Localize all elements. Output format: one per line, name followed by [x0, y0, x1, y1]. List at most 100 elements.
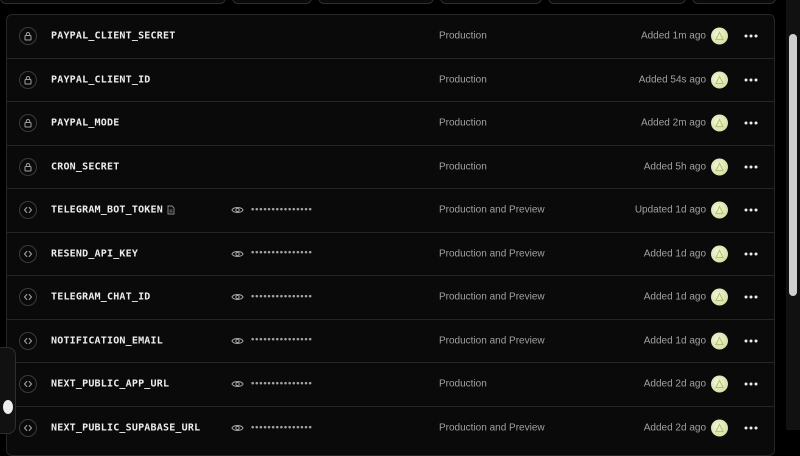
- env-var-environment: Production: [439, 30, 487, 42]
- masked-value: •••••••••••••••: [250, 292, 313, 303]
- code-icon: [19, 419, 37, 438]
- avatar[interactable]: [711, 201, 728, 219]
- ellipsis-icon: [744, 34, 758, 38]
- avatar-icon: [715, 292, 724, 302]
- eye-icon[interactable]: [231, 378, 244, 391]
- more-options-button[interactable]: [743, 159, 759, 175]
- note-icon[interactable]: [166, 205, 176, 215]
- more-options-button[interactable]: [743, 420, 759, 436]
- avatar[interactable]: [711, 245, 728, 263]
- avatar[interactable]: [711, 332, 728, 350]
- more-options-button[interactable]: [743, 376, 759, 392]
- masked-value: •••••••••••••••: [250, 335, 313, 346]
- env-var-updated: Added 54s ago: [638, 74, 706, 86]
- env-var-environment: Production and Preview: [439, 204, 545, 216]
- env-var-row[interactable]: NEXT_PUBLIC_APP_URL Production Added 2d …: [7, 363, 774, 407]
- secret-value[interactable]: •••••••••••••••: [231, 422, 313, 435]
- lock-icon: [19, 70, 37, 89]
- masked-value: •••••••••••••••: [250, 205, 313, 216]
- env-var-environment: Production: [439, 161, 487, 173]
- scrollbar-thumb[interactable]: [789, 34, 797, 296]
- more-options-button[interactable]: [743, 289, 759, 305]
- secret-value[interactable]: •••••••••••••••: [231, 291, 313, 304]
- env-var-key[interactable]: NEXT_PUBLIC_SUPABASE_URL: [51, 423, 200, 434]
- toolbar-button[interactable]: [232, 0, 312, 4]
- avatar-icon: [715, 379, 724, 389]
- env-var-key[interactable]: RESEND_API_KEY: [51, 248, 138, 259]
- toolbar-button[interactable]: [0, 0, 226, 4]
- env-var-updated: Added 1d ago: [643, 335, 706, 347]
- env-var-key[interactable]: NOTIFICATION_EMAIL: [51, 335, 163, 346]
- avatar[interactable]: [711, 114, 728, 132]
- env-var-environment: Production and Preview: [439, 291, 545, 303]
- env-var-key[interactable]: TELEGRAM_BOT_TOKEN: [51, 205, 163, 216]
- secret-value[interactable]: •••••••••••••••: [231, 378, 313, 391]
- env-var-row[interactable]: PAYPAL_CLIENT_SECRET Production Added 1m…: [7, 15, 774, 59]
- more-options-button[interactable]: [743, 246, 759, 262]
- avatar[interactable]: [711, 71, 728, 89]
- avatar[interactable]: [711, 158, 728, 176]
- avatar-icon: [715, 249, 724, 258]
- env-var-row[interactable]: CRON_SECRET Production Added 5h ago: [7, 146, 774, 189]
- floating-toolbar: [0, 347, 16, 434]
- ellipsis-icon: [744, 78, 758, 82]
- eye-icon[interactable]: [231, 291, 244, 304]
- ellipsis-icon: [744, 252, 758, 256]
- ellipsis-icon: [744, 339, 758, 343]
- eye-icon[interactable]: [231, 422, 244, 435]
- env-var-updated: Added 2d ago: [643, 422, 706, 434]
- env-var-row[interactable]: NEXT_PUBLIC_SUPABASE_URL Production and …: [7, 407, 774, 451]
- env-var-key[interactable]: CRON_SECRET: [51, 161, 119, 172]
- code-icon: [19, 375, 37, 394]
- env-var-key[interactable]: NEXT_PUBLIC_APP_URL: [51, 379, 169, 390]
- secret-value[interactable]: •••••••••••••••: [231, 247, 313, 260]
- env-var-key[interactable]: PAYPAL_MODE: [51, 118, 119, 129]
- env-var-key[interactable]: TELEGRAM_CHAT_ID: [51, 292, 151, 303]
- more-options-button[interactable]: [743, 72, 759, 88]
- toolbar-button[interactable]: [692, 0, 776, 4]
- secret-value[interactable]: •••••••••••••••: [231, 334, 313, 347]
- env-var-environment: Production: [439, 74, 487, 86]
- avatar[interactable]: [711, 419, 728, 437]
- env-var-row[interactable]: PAYPAL_CLIENT_ID Production Added 54s ag…: [7, 59, 774, 102]
- toolbar-button[interactable]: [440, 0, 542, 4]
- env-var-updated: Updated 1d ago: [634, 204, 706, 216]
- eye-icon[interactable]: [231, 247, 244, 260]
- code-icon: [19, 331, 37, 350]
- env-var-environment: Production: [439, 378, 487, 390]
- eye-icon[interactable]: [231, 334, 244, 347]
- toolbar-button[interactable]: [548, 0, 686, 4]
- avatar-icon: [715, 336, 724, 345]
- toolbar-button[interactable]: [318, 0, 434, 4]
- avatar-icon: [715, 31, 724, 41]
- env-var-updated: Added 5h ago: [643, 161, 706, 173]
- env-var-updated: Added 2m ago: [640, 117, 706, 129]
- eye-icon[interactable]: [231, 204, 244, 217]
- more-options-button[interactable]: [743, 333, 759, 349]
- env-var-updated: Added 2d ago: [643, 378, 706, 390]
- avatar[interactable]: [711, 375, 728, 393]
- avatar-icon: [715, 118, 724, 128]
- env-var-row[interactable]: RESEND_API_KEY Production and Preview Ad…: [7, 233, 774, 276]
- floating-button[interactable]: [3, 400, 13, 414]
- more-options-button[interactable]: [743, 202, 759, 218]
- lock-icon: [19, 114, 37, 133]
- env-var-row[interactable]: TELEGRAM_CHAT_ID Production and Preview …: [7, 276, 774, 320]
- env-var-environment: Production and Preview: [439, 335, 545, 347]
- env-var-environment: Production and Preview: [439, 422, 545, 434]
- scrollbar[interactable]: [786, 0, 800, 430]
- avatar-icon: [715, 205, 724, 215]
- avatar[interactable]: [711, 288, 728, 306]
- secret-value[interactable]: •••••••••••••••: [231, 204, 313, 217]
- env-var-row[interactable]: PAYPAL_MODE Production Added 2m ago: [7, 102, 774, 146]
- avatar[interactable]: [711, 27, 728, 45]
- ellipsis-icon: [744, 121, 758, 125]
- code-icon: [19, 201, 37, 220]
- more-options-button[interactable]: [743, 28, 759, 44]
- more-options-button[interactable]: [743, 115, 759, 131]
- env-var-updated: Added 1m ago: [640, 30, 706, 42]
- env-var-row[interactable]: NOTIFICATION_EMAIL Production and Previe…: [7, 320, 774, 363]
- env-var-key[interactable]: PAYPAL_CLIENT_SECRET: [51, 31, 175, 42]
- env-var-row[interactable]: TELEGRAM_BOT_TOKEN Production and Previe…: [7, 189, 774, 233]
- env-var-key[interactable]: PAYPAL_CLIENT_ID: [51, 74, 151, 85]
